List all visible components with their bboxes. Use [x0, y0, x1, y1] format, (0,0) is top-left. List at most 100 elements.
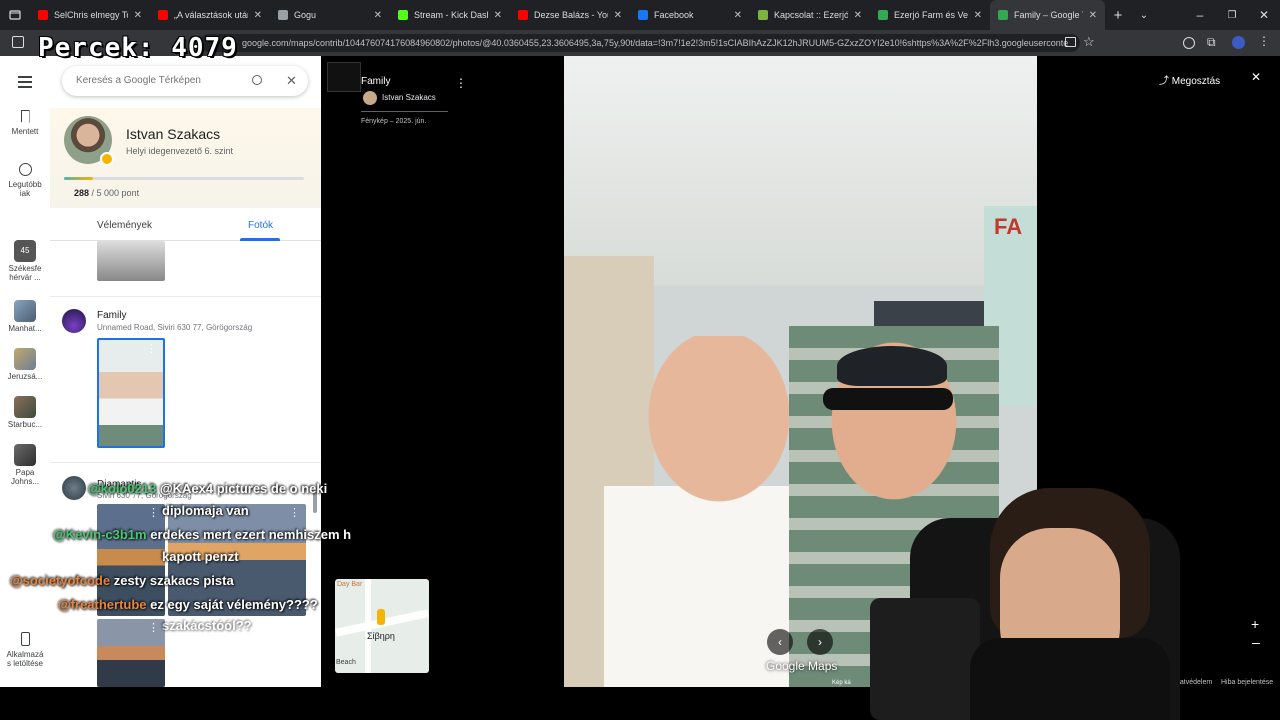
nav-recent[interactable]: Legutóbb iak — [0, 163, 50, 198]
photo-options-icon[interactable]: ⋮ — [289, 506, 300, 519]
nav-place-starbucks[interactable]: Starbuc... — [0, 396, 50, 429]
tab-favicon-icon — [398, 10, 408, 20]
tab-close-icon[interactable]: ✕ — [374, 10, 382, 21]
footer-credit: Kép ká — [832, 680, 851, 686]
viewer-author[interactable]: Istvan Szakacs — [382, 93, 436, 102]
tab-close-icon[interactable]: ✕ — [974, 10, 982, 21]
zoom-out-icon[interactable]: – — [1252, 634, 1260, 650]
restore-icon[interactable]: ❐ — [1216, 10, 1248, 21]
previous-photo-thumbnail[interactable] — [97, 241, 165, 281]
nav-place-papa-johns[interactable]: Papa Johns... — [0, 444, 50, 486]
search-input[interactable]: Keresés a Google Térképen ✕ — [62, 66, 308, 96]
url-text: google.com/maps/contrib/1044760741760849… — [242, 38, 1069, 48]
viewer-date: Fénykép – 2025. jún. — [361, 118, 427, 125]
tab-title: Kapcsolat :: Ezerjó farm — [774, 10, 848, 20]
tab-title: „A választások után fel — [174, 10, 248, 20]
place-label-1: Székesfe — [8, 264, 42, 273]
photo-options-icon[interactable]: ⋮ — [146, 342, 157, 355]
browser-tab[interactable]: Family – Google Térkép ✕ — [990, 0, 1105, 30]
place-icon — [62, 476, 86, 500]
nav-download-app[interactable]: Alkalmazá s letöltése — [0, 632, 50, 668]
close-search-icon[interactable]: ✕ — [286, 66, 297, 96]
profile-avatar — [64, 116, 114, 166]
new-tab-icon[interactable]: + — [1105, 7, 1131, 24]
menu-dots-icon[interactable]: ⋮ — [1258, 34, 1270, 48]
place-label-1: Papa — [15, 468, 35, 477]
place-thumbnail — [14, 396, 36, 418]
tab-title: Family – Google Térkép — [1014, 10, 1083, 20]
place-label-1: Manhat... — [8, 324, 42, 333]
bookmark-star-icon[interactable]: ☆ — [1083, 34, 1095, 50]
photo-options-icon[interactable]: ⋮ — [148, 621, 159, 634]
tab-favicon-icon — [758, 10, 768, 20]
next-photo-button[interactable]: › — [807, 629, 833, 655]
tab-title: SelChris elmegy Tomor — [54, 10, 128, 20]
sunset-photo-thumbnail[interactable]: ⋮ — [97, 619, 165, 687]
footer-privacy[interactable]: datvédelem — [1176, 679, 1212, 686]
url-bar[interactable]: google.com/maps/contrib/1044760741760849… — [200, 34, 1080, 52]
mini-map[interactable]: Day Bar Σίβηρη Beach — [335, 579, 429, 673]
close-window-icon[interactable]: ✕ — [1248, 8, 1280, 22]
zoom-in-icon[interactable]: + — [1251, 616, 1259, 632]
points-value: 288 — [74, 188, 90, 198]
minimize-icon[interactable]: – — [1184, 8, 1216, 22]
pegman-icon — [377, 609, 385, 625]
browser-tab-bar: SelChris elmegy Tomor✕„A választások utá… — [0, 0, 1280, 30]
extensions-icon[interactable]: ⧉ — [1207, 35, 1216, 50]
tab-title: Facebook — [654, 10, 694, 20]
back-button[interactable] — [327, 62, 361, 92]
tab-close-icon[interactable]: ✕ — [1089, 10, 1097, 21]
history-icon — [18, 163, 32, 176]
profile-card: Istvan Szakacs Helyi idegenvezető 6. szi… — [50, 108, 321, 208]
nav-place-szekesfehervar[interactable]: 45 Székesfe hérvár ... — [0, 240, 50, 282]
screenshot-icon[interactable] — [1065, 37, 1076, 47]
profile-avatar-icon[interactable] — [1232, 36, 1245, 49]
browser-tab[interactable]: Ezerjó Farm és Vendégh ✕ — [870, 0, 990, 30]
points-total: / 5 000 pont — [89, 188, 140, 198]
viewer-options-icon[interactable]: ⋮ — [455, 76, 467, 90]
nav-place-jerusalem[interactable]: Jeruzsá... — [0, 348, 50, 381]
nav-recent-label-2: iak — [19, 189, 31, 198]
minutes-counter-overlay: Percek: 4079 — [38, 33, 238, 63]
browser-tab[interactable]: „A választások után fel ✕ — [150, 0, 270, 30]
tab-favicon-icon — [638, 10, 648, 20]
place-thumbnail — [14, 348, 36, 370]
tab-close-icon[interactable]: ✕ — [254, 10, 262, 21]
photo-options-icon[interactable]: ⋮ — [148, 506, 159, 519]
place-thumbnail: 45 — [14, 240, 36, 262]
profile-name: Istvan Szakacs — [126, 126, 221, 142]
maps-nav-rail: Mentett Legutóbb iak 45 Székesfe hérvár … — [0, 56, 50, 687]
search-icon[interactable] — [252, 75, 262, 85]
tab-close-icon[interactable]: ✕ — [614, 10, 622, 21]
browser-tab[interactable]: Kapcsolat :: Ezerjó farm ✕ — [750, 0, 870, 30]
account-icon[interactable] — [1183, 37, 1195, 49]
tab-search-icon[interactable] — [0, 0, 30, 30]
place-label-1: Starbuc... — [7, 420, 43, 429]
profile-tabs: Vélemények Fotók — [50, 211, 321, 241]
phone-icon — [20, 632, 30, 646]
entry-title: Family — [97, 310, 127, 321]
browser-tab[interactable]: Gogu ✕ — [270, 0, 390, 30]
tab-close-icon[interactable]: ✕ — [494, 10, 502, 21]
family-photo-thumbnail[interactable]: ⋮ — [97, 338, 165, 448]
footer-report[interactable]: Hiba bejelentése — [1221, 679, 1273, 686]
tab-close-icon[interactable]: ✕ — [734, 10, 742, 21]
share-button[interactable]: ⤴ Megosztás — [1159, 72, 1220, 87]
tab-list-icon[interactable]: ⌄ — [1131, 10, 1157, 21]
chat-message: diplomaja van — [162, 503, 249, 518]
browser-tab[interactable]: Stream - Kick Dashboa ✕ — [390, 0, 510, 30]
tab-close-icon[interactable]: ✕ — [854, 10, 862, 21]
browser-tab[interactable]: Facebook ✕ — [630, 0, 750, 30]
browser-tab[interactable]: SelChris elmegy Tomor ✕ — [30, 0, 150, 30]
sidebar-toggle-icon[interactable] — [12, 36, 24, 48]
nav-saved[interactable]: Mentett — [0, 110, 50, 136]
prev-photo-button[interactable]: ‹ — [767, 629, 793, 655]
share-icon: ⤴ — [1159, 76, 1169, 87]
close-viewer-icon[interactable]: ✕ — [1251, 70, 1261, 84]
hamburger-menu-icon[interactable] — [18, 76, 32, 88]
tab-photos[interactable]: Fotók — [248, 220, 273, 231]
tab-close-icon[interactable]: ✕ — [134, 10, 142, 21]
browser-tab[interactable]: Dezse Balázs - YouTube ✕ — [510, 0, 630, 30]
tab-reviews[interactable]: Vélemények — [97, 220, 152, 231]
nav-place-manhattan[interactable]: Manhat... — [0, 300, 50, 333]
